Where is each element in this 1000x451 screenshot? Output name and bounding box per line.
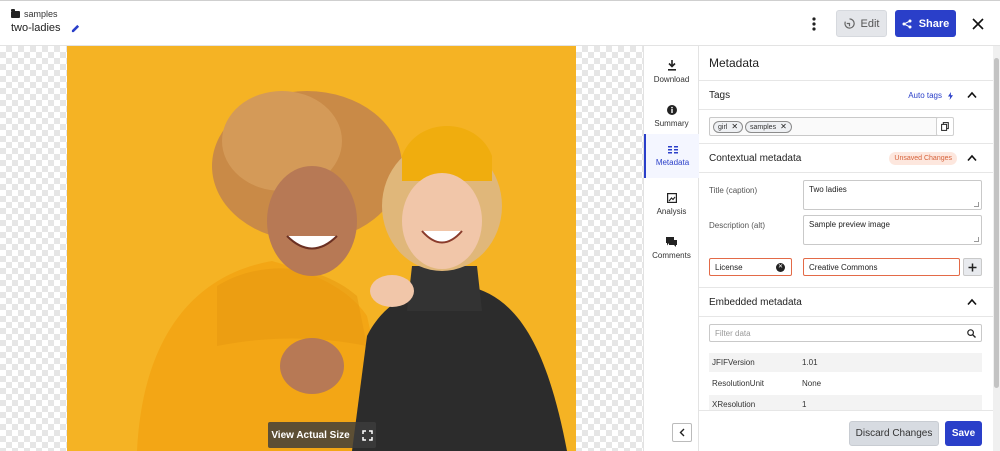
filter-data-placeholder: Filter data	[715, 329, 751, 338]
panel-title: Metadata	[709, 56, 760, 70]
close-button[interactable]	[966, 10, 990, 37]
tab-summary-label: Summary	[654, 118, 689, 128]
kebab-menu-icon	[812, 16, 816, 31]
tab-download[interactable]: Download	[644, 50, 699, 94]
pencil-icon[interactable]	[71, 24, 80, 33]
unsaved-changes-badge: Unsaved Changes	[889, 152, 957, 165]
clear-license-icon[interactable]: ✕	[776, 263, 785, 272]
tag-chip-label: samples	[750, 123, 777, 131]
file-name: two-ladies	[11, 22, 61, 34]
resize-handle-icon[interactable]	[974, 237, 979, 242]
preview-illustration	[67, 46, 576, 451]
download-icon	[667, 60, 676, 71]
chevron-up-icon[interactable]	[967, 154, 977, 162]
add-metadata-button[interactable]	[963, 258, 982, 276]
breadcrumb[interactable]: samples	[11, 8, 58, 19]
lightning-icon	[948, 91, 953, 100]
search-icon	[967, 329, 976, 338]
image-viewer: View Actual Size	[0, 46, 643, 451]
info-icon	[666, 104, 677, 115]
tag-chip-label: girl	[718, 123, 728, 131]
tab-summary[interactable]: Summary	[644, 94, 699, 138]
breadcrumb-folder-label[interactable]: samples	[24, 9, 58, 19]
chevron-up-icon[interactable]	[967, 298, 977, 306]
tags-section-label: Tags	[709, 90, 731, 101]
auto-tags-button[interactable]: Auto tags	[908, 91, 953, 100]
share-icon	[902, 19, 912, 28]
side-tabs: Download Summary Metadata Analysis Comme…	[643, 46, 699, 451]
table-row: ResolutionUnit None	[709, 374, 982, 393]
tab-analysis-label: Analysis	[656, 206, 687, 216]
remove-tag-icon[interactable]: ✕	[731, 123, 738, 131]
folder-icon	[11, 8, 20, 18]
copy-icon	[941, 122, 949, 131]
collapse-panel-button[interactable]	[672, 423, 692, 442]
metadata-icon	[667, 145, 678, 153]
tab-metadata-label: Metadata	[655, 157, 690, 167]
license-key-value: License	[715, 263, 743, 272]
header-actions: Edit Share	[804, 10, 990, 37]
plus-icon	[968, 263, 977, 271]
preview-image	[67, 46, 576, 451]
resize-handle-icon[interactable]	[974, 202, 979, 207]
close-icon	[972, 17, 984, 30]
filter-data-input[interactable]: Filter data	[709, 324, 982, 342]
edit-label: Edit	[860, 17, 880, 30]
save-button[interactable]: Save	[945, 421, 982, 446]
tab-comments[interactable]: Comments	[644, 226, 699, 270]
tags-section-header[interactable]: Tags Auto tags	[699, 80, 993, 110]
chevron-up-icon[interactable]	[967, 91, 977, 99]
license-value-field[interactable]: Creative Commons	[803, 258, 960, 276]
edit-button[interactable]: Edit	[836, 10, 887, 37]
view-actual-size-button[interactable]: View Actual Size	[268, 422, 376, 448]
metadata-key: XResolution	[712, 400, 756, 409]
title-field[interactable]: Two ladies	[803, 180, 982, 210]
tab-analysis[interactable]: Analysis	[644, 182, 699, 226]
description-field[interactable]: Sample preview image	[803, 215, 982, 245]
auto-tags-label: Auto tags	[908, 91, 942, 100]
app-header: samples two-ladies Edit Share	[0, 0, 1000, 46]
chevron-left-icon	[679, 428, 685, 437]
metadata-key: ResolutionUnit	[712, 379, 765, 388]
description-field-value: Sample preview image	[809, 220, 890, 229]
tab-comments-label: Comments	[652, 250, 691, 260]
license-value: Creative Commons	[809, 263, 878, 272]
tab-download-label: Download	[653, 75, 690, 84]
embedded-section-label: Embedded metadata	[709, 297, 802, 308]
tab-metadata[interactable]: Metadata	[644, 134, 699, 178]
metadata-value: 1.01	[802, 358, 818, 367]
file-title: two-ladies	[11, 22, 80, 34]
title-field-value: Two ladies	[809, 185, 847, 194]
contextual-section-header[interactable]: Contextual metadata Unsaved Changes	[699, 143, 993, 173]
description-field-label: Description (alt)	[709, 221, 766, 230]
title-field-label: Title (caption)	[709, 186, 758, 195]
tag-chip[interactable]: girl ✕	[713, 121, 744, 133]
fullscreen-icon	[361, 429, 373, 441]
share-label: Share	[918, 17, 950, 30]
metadata-value: None	[802, 379, 822, 388]
contextual-section-label: Contextual metadata	[709, 153, 802, 164]
tags-input[interactable]: girl ✕ samples ✕ ✕	[709, 117, 947, 136]
analysis-icon	[666, 192, 677, 203]
remove-tag-icon[interactable]: ✕	[780, 123, 787, 131]
metadata-key: JFIFVersion	[712, 358, 755, 367]
scrollbar-thumb[interactable]	[994, 58, 999, 388]
table-row: JFIFVersion 1.01	[709, 353, 982, 372]
share-button[interactable]: Share	[895, 10, 956, 37]
license-key-field[interactable]: License ✕	[709, 258, 792, 276]
comments-icon	[666, 236, 677, 247]
discard-changes-button[interactable]: Discard Changes	[849, 421, 939, 446]
view-actual-size-label: View Actual Size	[271, 429, 350, 441]
panel-footer: Discard Changes Save	[699, 410, 993, 451]
edit-image-icon	[843, 18, 855, 29]
metadata-value: 1	[802, 400, 807, 409]
tag-chip[interactable]: samples ✕	[745, 121, 792, 133]
panel-scrollbar[interactable]	[993, 46, 1000, 451]
copy-tags-button[interactable]	[936, 117, 954, 136]
more-options-button[interactable]	[804, 10, 824, 37]
metadata-panel: Metadata Tags Auto tags girl ✕ samples ✕…	[699, 46, 993, 451]
embedded-section-header[interactable]: Embedded metadata	[699, 287, 993, 317]
